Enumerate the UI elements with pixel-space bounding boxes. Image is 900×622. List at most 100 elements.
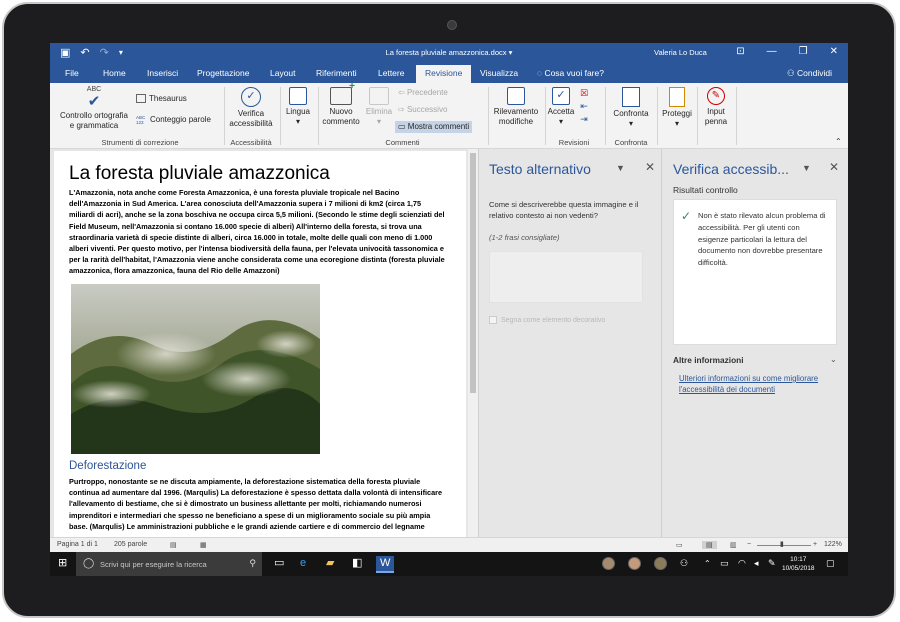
- proofing-icon[interactable]: ▤: [170, 541, 177, 549]
- tab-review[interactable]: Revisione: [416, 65, 472, 83]
- document-scrollbar[interactable]: [468, 149, 478, 537]
- alt-text-pane-title: Testo alternativo: [489, 161, 591, 177]
- tab-insert[interactable]: Inserisci: [147, 68, 178, 78]
- document-title-heading: La foresta pluviale amazzonica: [69, 163, 330, 184]
- new-comment-button[interactable]: + Nuovo commento: [320, 82, 362, 127]
- additional-info-header[interactable]: Altre informazioni: [673, 355, 744, 365]
- taskbar-clock[interactable]: 10:17 10/05/2018: [782, 555, 815, 573]
- tab-mailings[interactable]: Lettere: [378, 68, 404, 78]
- tab-references[interactable]: Riferimenti: [316, 68, 357, 78]
- thesaurus-icon: [136, 94, 146, 104]
- accessibility-icon: ✓: [241, 87, 261, 107]
- reject-icon[interactable]: ☒: [580, 87, 588, 100]
- rainforest-image[interactable]: [71, 284, 320, 454]
- scrollbar-thumb[interactable]: [470, 153, 476, 393]
- tab-layout[interactable]: Layout: [270, 68, 296, 78]
- people-avatar-1[interactable]: [602, 557, 615, 570]
- document-page[interactable]: La foresta pluviale amazzonica L'Amazzon…: [54, 151, 466, 537]
- pane-options-icon[interactable]: ▼: [616, 163, 625, 173]
- macro-icon[interactable]: ▦: [200, 541, 207, 549]
- pane-options-icon[interactable]: ▼: [802, 163, 811, 173]
- store-icon[interactable]: ◧: [352, 556, 362, 571]
- alt-text-pane: Testo alternativo ▼ ✕ Come si descrivere…: [478, 149, 661, 537]
- zoom-slider[interactable]: [757, 545, 811, 546]
- chevron-down-icon[interactable]: ⌄: [830, 355, 837, 364]
- ribbon: ABC ✔ Controllo ortografia e grammatica …: [50, 82, 848, 149]
- tell-me-search[interactable]: ◌ Cosa vuoi fare?: [537, 68, 604, 78]
- zoom-slider-thumb[interactable]: ▮: [780, 540, 784, 548]
- previous-change-icon[interactable]: ⇤: [580, 100, 588, 113]
- close-icon[interactable]: ✕: [829, 160, 839, 174]
- restore-icon[interactable]: ❐: [799, 45, 808, 59]
- protect-button[interactable]: Proteggi ▾: [659, 87, 695, 129]
- track-changes-button[interactable]: Rilevamento modifiche: [490, 87, 542, 127]
- protect-icon: [669, 87, 685, 107]
- alt-text-question: Come si descriverebbe questa immagine e …: [489, 200, 639, 220]
- accessibility-checker-pane: Verifica accessib... ▼ ✕ Risultati contr…: [661, 149, 848, 537]
- chevron-up-icon[interactable]: ⌃: [704, 556, 711, 571]
- next-comment-button[interactable]: ⇨ Successivo: [398, 105, 447, 115]
- alt-text-input[interactable]: [489, 251, 643, 303]
- tab-view[interactable]: Visualizza: [480, 68, 518, 78]
- thesaurus-button[interactable]: Thesaurus: [136, 94, 187, 104]
- previous-comment-button[interactable]: ⇦ Precedente: [398, 88, 448, 98]
- edge-icon[interactable]: e: [300, 556, 306, 571]
- status-bar: Pagina 1 di 1 205 parole ▤ ▦ ▭ ▤ ▥ − ▮ +…: [50, 537, 848, 552]
- user-name[interactable]: Valeria Lo Duca: [654, 48, 707, 57]
- group-label-comments: Commenti: [385, 138, 420, 147]
- group-label-accessibility: Accessibilità: [230, 138, 272, 147]
- delete-comment-button[interactable]: Elimina ▾: [363, 87, 395, 127]
- alt-text-hint: (1-2 frasi consigliate): [489, 233, 560, 242]
- read-mode-icon[interactable]: ▭: [676, 541, 683, 549]
- print-layout-icon[interactable]: ▤: [702, 541, 717, 549]
- previous-icon: ⇦: [398, 88, 405, 97]
- accessibility-help-link[interactable]: Ulteriori informazioni su come migliorar…: [679, 373, 839, 395]
- ribbon-display-icon[interactable]: ⊡: [736, 45, 744, 59]
- zoom-out-icon[interactable]: −: [747, 541, 751, 548]
- check-accessibility-button[interactable]: ✓ Verifica accessibilità: [226, 87, 276, 129]
- zoom-in-icon[interactable]: +: [813, 541, 817, 548]
- close-icon[interactable]: ✕: [645, 160, 655, 174]
- spelling-button[interactable]: ABC ✔ Controllo ortografia e grammatica: [54, 85, 134, 131]
- notifications-icon[interactable]: ▢: [826, 556, 835, 571]
- tab-design[interactable]: Progettazione: [197, 68, 249, 78]
- show-comments-button[interactable]: ▭ Mostra commenti: [395, 121, 473, 133]
- accept-button[interactable]: ✓ Accetta ▾: [546, 87, 576, 127]
- document-area: La foresta pluviale amazzonica L'Amazzon…: [50, 149, 478, 537]
- group-label-proofing: Strumenti di correzione: [101, 138, 179, 147]
- zoom-level[interactable]: 122%: [824, 541, 842, 548]
- accept-icon: ✓: [552, 87, 570, 105]
- accessibility-pane-title: Verifica accessib...: [673, 161, 789, 177]
- track-changes-icon: [507, 87, 525, 105]
- people-avatar-2[interactable]: [628, 557, 641, 570]
- ink-input-button[interactable]: ✎ Input penna: [698, 87, 734, 127]
- volume-icon[interactable]: ◂: [754, 556, 759, 571]
- people-icon[interactable]: ⚇: [680, 556, 688, 571]
- delete-comment-icon: [369, 87, 389, 105]
- heading-deforestation: Deforestazione: [69, 460, 147, 472]
- next-change-icon[interactable]: ⇥: [580, 113, 588, 126]
- windows-start-icon[interactable]: ⊞: [58, 558, 67, 569]
- collapse-ribbon-icon[interactable]: ⌃: [835, 137, 842, 147]
- language-button[interactable]: Lingua ▾: [282, 87, 314, 127]
- share-button[interactable]: ⚇ Condividi: [787, 68, 832, 79]
- tab-home[interactable]: Home: [103, 68, 126, 78]
- web-layout-icon[interactable]: ▥: [730, 541, 737, 549]
- page-count[interactable]: Pagina 1 di 1: [57, 541, 98, 548]
- decorative-checkbox[interactable]: Segna come elemento decorativo: [489, 316, 605, 324]
- people-avatar-3[interactable]: [654, 557, 667, 570]
- task-view-icon[interactable]: ▭: [274, 556, 284, 571]
- file-explorer-icon[interactable]: ▰: [326, 556, 334, 571]
- word-count-button[interactable]: ABC 123 Conteggio parole: [136, 115, 211, 125]
- tab-file[interactable]: File: [65, 68, 79, 78]
- compare-button[interactable]: Confronta ▾: [607, 87, 655, 129]
- close-icon[interactable]: ✕: [830, 45, 838, 59]
- taskbar-search[interactable]: ◯ Scrivi qui per eseguire la ricerca ⚲: [76, 552, 262, 576]
- wifi-icon[interactable]: ◠: [738, 556, 746, 571]
- word-taskbar-icon[interactable]: W: [376, 556, 395, 573]
- word-count[interactable]: 205 parole: [114, 541, 147, 548]
- minimize-icon[interactable]: —: [767, 45, 777, 59]
- microphone-icon[interactable]: ⚲: [249, 558, 256, 569]
- pen-icon[interactable]: ✎: [768, 556, 776, 571]
- battery-icon[interactable]: ▭: [720, 556, 729, 571]
